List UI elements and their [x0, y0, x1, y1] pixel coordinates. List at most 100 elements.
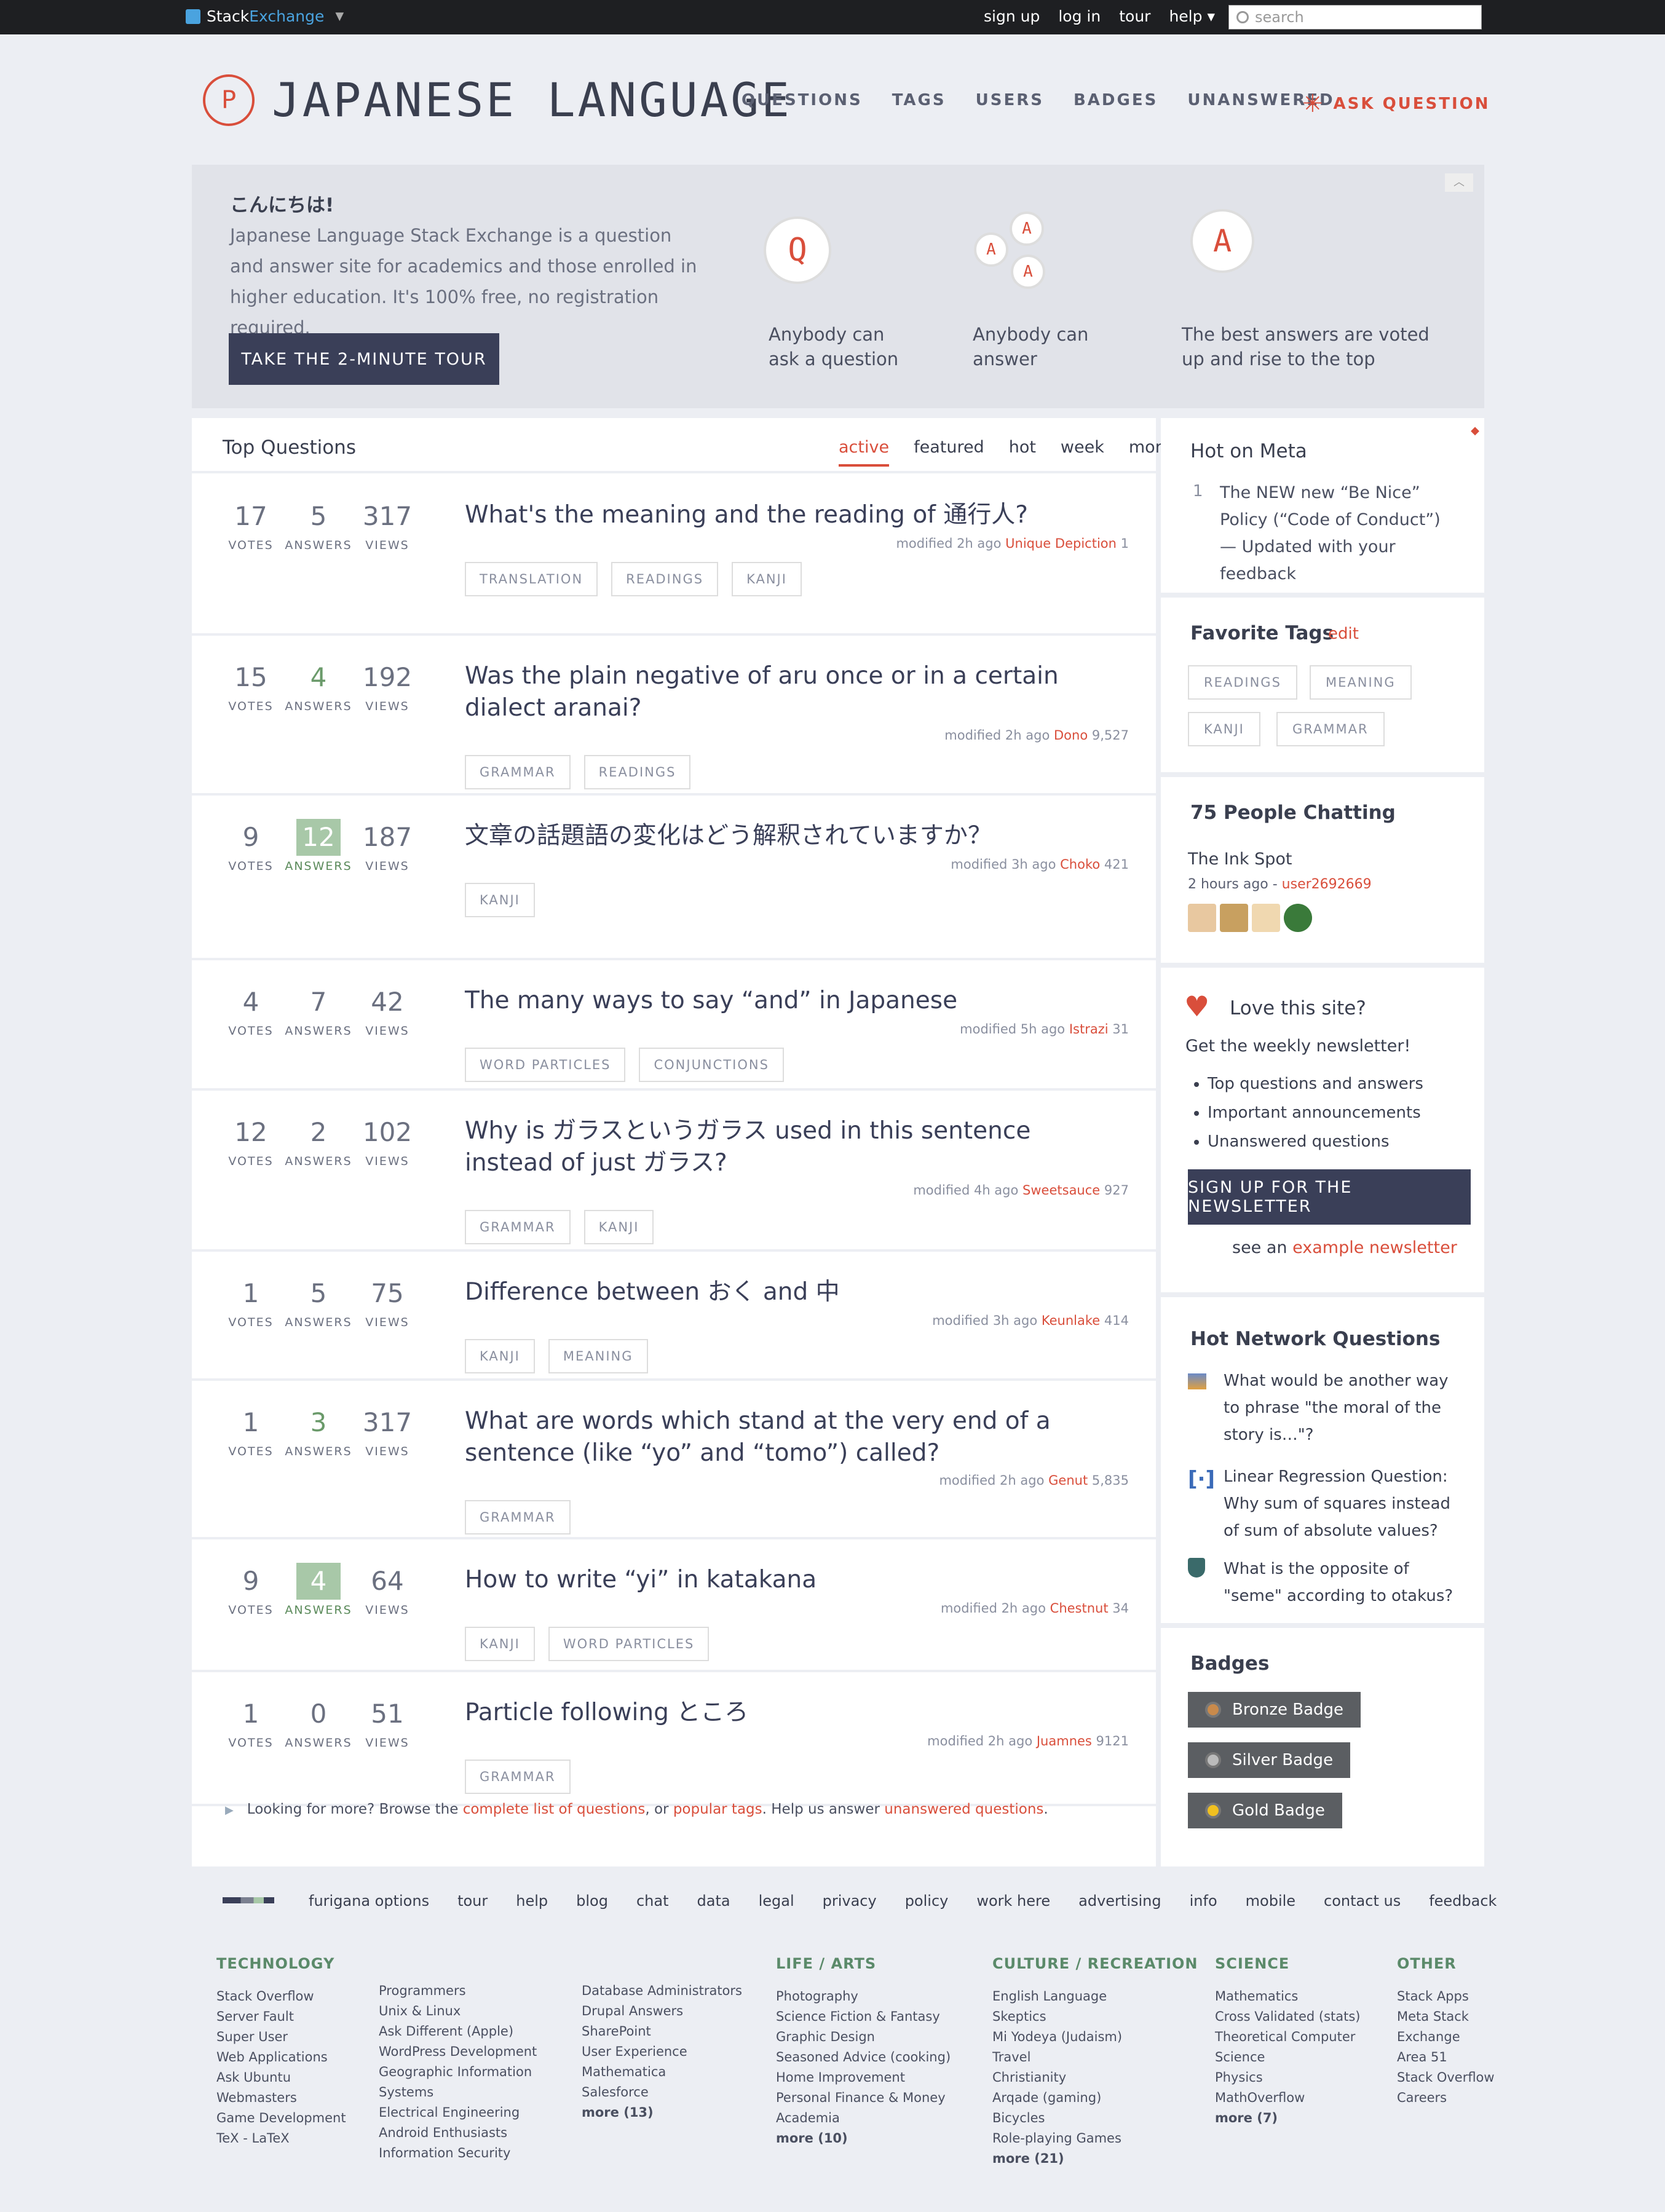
modified-time[interactable]: modified 2h ago — [944, 728, 1050, 743]
user-link[interactable]: Genut — [1048, 1473, 1088, 1488]
footer-site-link[interactable]: Home Improvement — [776, 2068, 951, 2088]
question-tag[interactable]: MEANING — [548, 1339, 648, 1373]
question-title-link[interactable]: Difference between おく and 中 — [465, 1276, 1117, 1308]
user-link[interactable]: Istrazi — [1069, 1022, 1109, 1037]
footer-site-link[interactable]: Salesforce — [582, 2082, 742, 2103]
edit-tags-link[interactable]: edit — [1328, 625, 1359, 643]
stackexchange-logo[interactable]: Stack Exchange ▼ — [186, 7, 344, 25]
footer-site-link[interactable]: Area 51 — [1397, 2047, 1495, 2068]
hnq-link[interactable]: What would be another way to phrase "the… — [1224, 1367, 1463, 1448]
user-link[interactable]: Unique Depiction — [1005, 536, 1117, 551]
user-link[interactable]: Choko — [1060, 857, 1100, 872]
login-link[interactable]: log in — [1058, 7, 1101, 25]
footer-link[interactable]: help — [516, 1892, 548, 1910]
tab-featured[interactable]: featured — [914, 438, 984, 467]
footer-site-link[interactable]: Drupal Answers — [582, 2001, 742, 2021]
chat-room-link[interactable]: The Ink Spot — [1188, 850, 1292, 869]
footer-site-link[interactable]: Information Security — [379, 2143, 537, 2163]
question-tag[interactable]: CONJUNCTIONS — [639, 1048, 784, 1082]
chevron-down-icon[interactable]: ▼ — [335, 10, 344, 23]
modified-time[interactable]: modified 2h ago — [896, 536, 1001, 551]
footer-link[interactable]: chat — [636, 1892, 669, 1910]
avatar[interactable] — [1188, 904, 1216, 932]
user-link[interactable]: Sweetsauce — [1022, 1183, 1100, 1198]
question-title-link[interactable]: Why is ガラスというガラス used in this sentence i… — [465, 1115, 1117, 1179]
footer-site-link[interactable]: Server Fault — [216, 2007, 346, 2027]
tab-week[interactable]: week — [1061, 438, 1104, 467]
bronze-badge[interactable]: Bronze Badge — [1188, 1692, 1361, 1728]
question-title-link[interactable]: What are words which stand at the very e… — [465, 1405, 1117, 1469]
footer-site-link[interactable]: Mathematics — [1215, 1986, 1360, 2007]
question-tag[interactable]: WORD PARTICLES — [465, 1048, 626, 1082]
meta-item-link[interactable]: The NEW new “Be Nice” Policy (“Code of C… — [1220, 480, 1460, 588]
footer-link[interactable]: mobile — [1246, 1892, 1295, 1910]
ask-question-button[interactable]: ✳ ASK QUESTION — [1302, 90, 1490, 118]
chat-user-link[interactable]: user2692669 — [1282, 877, 1372, 892]
footer-site-link[interactable]: Photography — [776, 1986, 951, 2007]
question-tag[interactable]: TRANSLATION — [465, 562, 598, 596]
footer-link[interactable]: tour — [457, 1892, 488, 1910]
footer-site-link[interactable]: Ask Different (Apple) — [379, 2021, 537, 2042]
footer-site-link[interactable]: Science Fiction & Fantasy — [776, 2007, 951, 2027]
avatar[interactable] — [1284, 904, 1312, 932]
footer-link[interactable]: blog — [576, 1892, 608, 1910]
question-tag[interactable]: KANJI — [732, 562, 802, 596]
modified-time[interactable]: modified 3h ago — [932, 1313, 1037, 1328]
footer-link[interactable]: work here — [976, 1892, 1050, 1910]
tab-active[interactable]: active — [839, 438, 890, 467]
footer-more-link[interactable]: more (21) — [992, 2149, 1198, 2169]
nav-badges[interactable]: BADGES — [1074, 91, 1158, 109]
footer-site-link[interactable]: Unix & Linux — [379, 2001, 537, 2021]
footer-site-link[interactable]: Database Administrators — [582, 1981, 742, 2001]
footer-site-link[interactable]: Christianity — [992, 2068, 1198, 2088]
footer-site-link[interactable]: Cross Validated (stats) — [1215, 2007, 1360, 2027]
user-link[interactable]: Keunlake — [1042, 1313, 1100, 1328]
footer-site-link[interactable]: Meta Stack — [1397, 2007, 1495, 2027]
fav-tag-readings[interactable]: READINGS — [1188, 665, 1297, 700]
footer-more-link[interactable]: more (7) — [1215, 2108, 1360, 2128]
footer-site-link[interactable]: Careers — [1397, 2088, 1495, 2108]
footer-site-link[interactable]: MathOverflow — [1215, 2088, 1360, 2108]
footer-site-link[interactable]: Travel — [992, 2047, 1198, 2068]
hnq-link[interactable]: What is the opposite of "seme" according… — [1224, 1555, 1463, 1610]
footer-site-link[interactable]: Bicycles — [992, 2108, 1198, 2128]
all-questions-link[interactable]: complete list of questions — [463, 1801, 646, 1817]
silver-badge[interactable]: Silver Badge — [1188, 1742, 1351, 1778]
footer-site-link[interactable]: Super User — [216, 2027, 346, 2047]
footer-site-link[interactable]: Exchange — [1397, 2027, 1495, 2047]
tab-hot[interactable]: hot — [1009, 438, 1036, 467]
tour-button[interactable]: TAKE THE 2-MINUTE TOUR — [229, 333, 499, 385]
footer-site-link[interactable]: Geographic Information — [379, 2062, 537, 2082]
fav-tag-grammar[interactable]: GRAMMAR — [1276, 712, 1385, 746]
question-tag[interactable]: KANJI — [465, 1627, 535, 1661]
user-link[interactable]: Juamnes — [1037, 1734, 1092, 1748]
footer-link[interactable]: privacy — [823, 1892, 877, 1910]
footer-site-link[interactable]: Mathematica — [582, 2062, 742, 2082]
collapse-icon[interactable]: ︿ — [1445, 173, 1473, 192]
footer-site-link[interactable]: Android Enthusiasts — [379, 2123, 537, 2143]
footer-site-link[interactable]: Stack Apps — [1397, 1986, 1495, 2007]
modified-time[interactable]: modified 2h ago — [927, 1734, 1032, 1748]
footer-site-link[interactable]: User Experience — [582, 2042, 742, 2062]
question-tag[interactable]: GRAMMAR — [465, 1760, 571, 1794]
help-link[interactable]: help ▾ — [1169, 7, 1215, 25]
nav-questions[interactable]: QUESTIONS — [742, 91, 863, 109]
site-logo[interactable]: P JAPANESE LANGUAGE — [203, 73, 792, 127]
search-input[interactable]: search — [1228, 5, 1482, 30]
footer-link[interactable]: legal — [759, 1892, 794, 1910]
question-title-link[interactable]: Was the plain negative of aru once or in… — [465, 660, 1117, 724]
footer-site-link[interactable]: SharePoint — [582, 2021, 742, 2042]
footer-site-link[interactable]: Mi Yodeya (Judaism) — [992, 2027, 1198, 2047]
footer-site-link[interactable]: Role-playing Games — [992, 2128, 1198, 2149]
footer-more-link[interactable]: more (13) — [582, 2103, 742, 2123]
footer-site-link[interactable]: Seasoned Advice (cooking) — [776, 2047, 951, 2068]
question-tag[interactable]: GRAMMAR — [465, 1210, 571, 1244]
footer-link[interactable]: furigana options — [309, 1892, 429, 1910]
footer-site-link[interactable]: Systems — [379, 2082, 537, 2103]
nav-tags[interactable]: TAGS — [892, 91, 946, 109]
question-tag[interactable]: READINGS — [611, 562, 719, 596]
footer-site-link[interactable]: English Language — [992, 1986, 1198, 2007]
tour-link[interactable]: tour — [1119, 7, 1150, 25]
footer-site-link[interactable]: Physics — [1215, 2068, 1360, 2088]
avatar[interactable] — [1252, 904, 1280, 932]
